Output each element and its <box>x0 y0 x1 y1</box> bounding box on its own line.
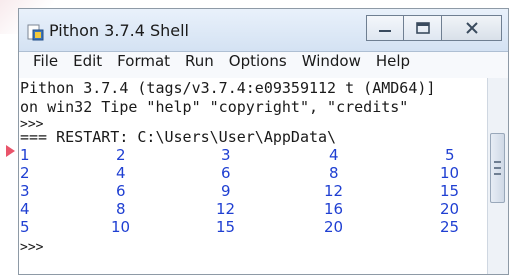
table-cell: 12 <box>216 200 236 218</box>
table-cell: 20 <box>440 200 460 218</box>
table-cell: 20 <box>324 218 344 236</box>
close-button[interactable] <box>442 15 502 41</box>
menu-format[interactable]: Format <box>115 52 172 70</box>
table-cell: 4 <box>116 164 126 182</box>
shell-window: Pithon 3.7.4 Shell File Edit Format Run … <box>18 8 509 275</box>
table-cell: 8 <box>116 200 126 218</box>
minimize-icon <box>379 30 391 32</box>
window-controls <box>366 15 502 41</box>
banner-line: on win32 Tipe "help" "copyright", "credi… <box>20 98 409 116</box>
restart-line: === RESTART: C:\Users\User\AppData\ <box>20 128 337 146</box>
python-shell-icon <box>27 24 44 41</box>
table-cell: 2 <box>20 164 30 182</box>
minimize-button[interactable] <box>366 15 404 41</box>
table-cell: 12 <box>324 182 344 200</box>
menu-window[interactable]: Window <box>300 52 363 70</box>
maximize-button[interactable] <box>404 15 442 41</box>
table-cell: 25 <box>440 218 460 236</box>
menu-run[interactable]: Run <box>183 52 216 70</box>
scroll-grip-icon <box>494 161 501 175</box>
table-cell: 9 <box>221 182 231 200</box>
maximize-icon <box>415 22 430 34</box>
menu-edit[interactable]: Edit <box>71 52 104 70</box>
menu-help[interactable]: Help <box>374 52 412 70</box>
table-cell: 16 <box>324 200 344 218</box>
table-cell: 1 <box>20 146 30 164</box>
table-cell: 5 <box>445 146 455 164</box>
menu-file[interactable]: File <box>31 52 60 70</box>
table-cell: 6 <box>116 182 126 200</box>
pointer-marker-icon <box>6 145 15 157</box>
table-cell: 4 <box>329 146 339 164</box>
table-cell: 8 <box>329 164 339 182</box>
title-bar[interactable]: Pithon 3.7.4 Shell <box>19 9 508 52</box>
table-cell: 15 <box>440 182 460 200</box>
shell-prompt: >>> <box>20 240 44 255</box>
table-cell: 2 <box>116 146 126 164</box>
vertical-scrollbar[interactable] <box>487 78 508 274</box>
table-cell: 3 <box>20 182 30 200</box>
table-cell: 15 <box>216 218 236 236</box>
menu-options[interactable]: Options <box>227 52 289 70</box>
menu-bar: File Edit Format Run Options Window Help <box>19 52 508 79</box>
table-cell: 6 <box>221 164 231 182</box>
shell-output[interactable]: Pithon 3.7.4 (tags/v3.7.4:e09359112 t (A… <box>19 78 489 274</box>
banner-line: Pithon 3.7.4 (tags/v3.7.4:e09359112 t (A… <box>20 79 436 97</box>
table-cell: 3 <box>221 146 231 164</box>
close-icon <box>465 22 478 34</box>
screenshot: Pithon 3.7.4 Shell File Edit Format Run … <box>0 0 509 275</box>
table-cell: 10 <box>111 218 131 236</box>
table-cell: 5 <box>20 218 30 236</box>
table-cell: 10 <box>440 164 460 182</box>
table-cell: 4 <box>20 200 30 218</box>
scroll-thumb[interactable] <box>490 133 505 203</box>
window-title: Pithon 3.7.4 Shell <box>49 21 189 40</box>
